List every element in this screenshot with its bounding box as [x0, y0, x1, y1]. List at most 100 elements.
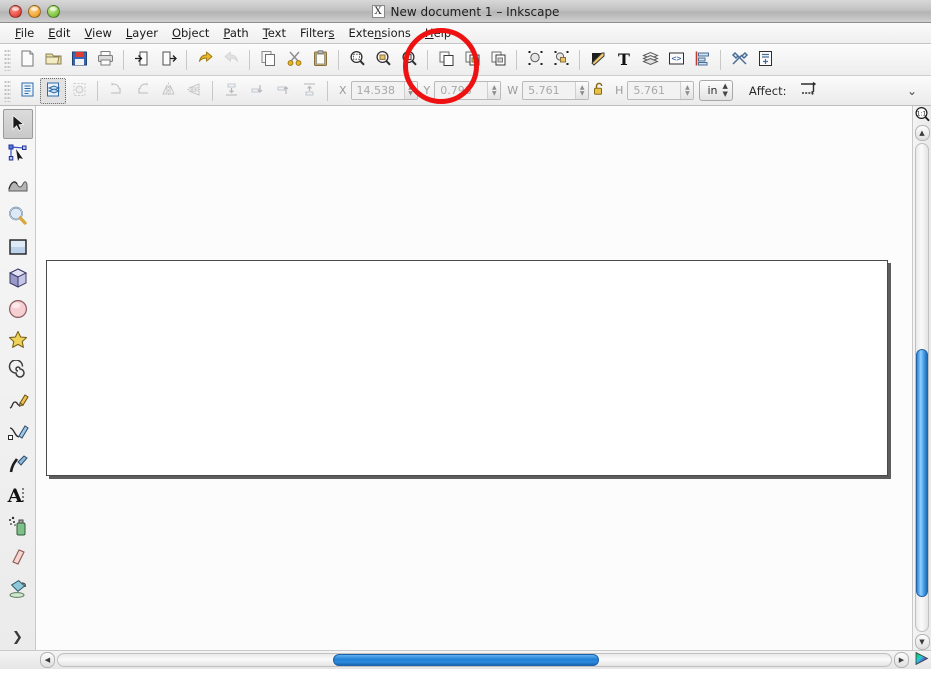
lower-one-step-button[interactable]	[244, 78, 270, 104]
menu-view[interactable]: View	[78, 24, 119, 42]
overflow-chevron-icon[interactable]: ⌄	[907, 84, 917, 98]
canvas-area[interactable]	[36, 106, 912, 650]
text-tool[interactable]: A	[3, 481, 33, 511]
box-3d-tool[interactable]	[3, 264, 33, 294]
import-button[interactable]	[129, 47, 155, 73]
redo-button[interactable]	[218, 47, 244, 73]
lower-to-bottom-button[interactable]	[218, 78, 244, 104]
menu-filters[interactable]: Filters	[293, 24, 341, 42]
zoom-page-button[interactable]	[396, 47, 422, 73]
spray-tool[interactable]	[3, 512, 33, 542]
units-select[interactable]: in ▲ ▼	[699, 80, 733, 101]
palette-expander[interactable]: ❯	[12, 630, 23, 645]
group-button[interactable]	[522, 47, 548, 73]
scroll-right-button[interactable]: ▶	[894, 652, 909, 668]
w-input[interactable]: 5.761 ▲ ▼	[522, 81, 590, 100]
open-document-button[interactable]	[40, 47, 66, 73]
menu-path[interactable]: Path	[216, 24, 255, 42]
duplicate-button[interactable]	[433, 47, 459, 73]
text-and-font-button[interactable]: T	[611, 47, 637, 73]
zoom-1-to-1-button[interactable]: 1:1	[913, 106, 931, 125]
export-button[interactable]	[155, 47, 181, 73]
rectangle-tool[interactable]	[3, 233, 33, 263]
zoom-tool[interactable]	[3, 202, 33, 232]
y-value[interactable]: 0.798	[435, 82, 488, 99]
paste-button[interactable]	[307, 47, 333, 73]
close-button[interactable]	[9, 4, 22, 18]
y-input[interactable]: 0.798 ▲ ▼	[434, 81, 502, 100]
x-stepper[interactable]: ▲ ▼	[403, 82, 417, 99]
menu-object[interactable]: Object	[165, 24, 216, 42]
menu-layer[interactable]: Layer	[119, 24, 165, 42]
maximize-button[interactable]	[47, 4, 60, 18]
star-tool[interactable]	[3, 326, 33, 356]
vertical-scroll-thumb[interactable]	[916, 348, 928, 597]
menu-file[interactable]: File	[8, 24, 41, 42]
window-controls[interactable]	[0, 4, 60, 18]
zoom-drawing-button[interactable]	[370, 47, 396, 73]
layers-button[interactable]	[637, 47, 663, 73]
horizontal-scroll-thumb[interactable]	[332, 654, 600, 666]
deselect-button[interactable]	[66, 78, 92, 104]
fill-and-stroke-button[interactable]	[585, 47, 611, 73]
document-properties-button[interactable]	[752, 47, 778, 73]
menu-text[interactable]: Text	[256, 24, 293, 42]
vertical-scrollbar[interactable]: 1:1 ▲ ▼	[912, 106, 931, 650]
spiral-tool[interactable]	[3, 357, 33, 387]
h-input[interactable]: 5.761 ▲ ▼	[627, 81, 695, 100]
canvas-background[interactable]	[36, 106, 912, 650]
h-value[interactable]: 5.761	[628, 82, 681, 99]
cut-button[interactable]	[281, 47, 307, 73]
preferences-button[interactable]	[726, 47, 752, 73]
select-all-in-all-layers-button[interactable]	[40, 77, 66, 104]
clone-button[interactable]	[459, 47, 485, 73]
new-document-button[interactable]	[14, 47, 40, 73]
select-all-button[interactable]	[14, 78, 40, 104]
toolbar-grip[interactable]	[4, 48, 11, 71]
document-page[interactable]	[46, 260, 888, 476]
bezier-tool[interactable]	[3, 419, 33, 449]
zoom-selection-button[interactable]	[344, 47, 370, 73]
scroll-left-button[interactable]: ◀	[40, 652, 55, 668]
unlink-clone-button[interactable]	[485, 47, 511, 73]
eraser-tool[interactable]	[3, 543, 33, 573]
align-and-distribute-button[interactable]	[689, 47, 715, 73]
calligraphy-tool[interactable]	[3, 450, 33, 480]
x-input[interactable]: 14.538 ▲ ▼	[350, 81, 418, 100]
selector-tool[interactable]	[2, 109, 33, 139]
tweak-tool[interactable]	[3, 171, 33, 201]
color-wheel-button[interactable]	[912, 651, 931, 670]
x-value[interactable]: 14.538	[351, 82, 404, 99]
w-value[interactable]: 5.761	[523, 82, 576, 99]
h-stepper[interactable]: ▲ ▼	[680, 82, 694, 99]
xml-editor-button[interactable]: <>	[663, 47, 689, 73]
rotate-ccw-button[interactable]	[103, 78, 129, 104]
minimize-button[interactable]	[28, 4, 41, 18]
print-document-button[interactable]	[92, 47, 118, 73]
scroll-down-button[interactable]: ▼	[914, 634, 930, 650]
vertical-scroll-track[interactable]	[915, 143, 929, 632]
affect-transform-button[interactable]	[795, 78, 821, 104]
flip-vertical-button[interactable]	[181, 78, 207, 104]
raise-to-top-button[interactable]	[296, 78, 322, 104]
raise-one-step-button[interactable]	[270, 78, 296, 104]
options-grip[interactable]	[4, 79, 11, 102]
pencil-tool[interactable]	[3, 388, 33, 418]
ungroup-button[interactable]	[548, 47, 574, 73]
ellipse-tool[interactable]	[3, 295, 33, 325]
menu-help[interactable]: Help	[418, 24, 458, 42]
w-stepper[interactable]: ▲ ▼	[575, 82, 589, 99]
menu-edit[interactable]: Edit	[41, 24, 77, 42]
rotate-cw-button[interactable]	[129, 78, 155, 104]
copy-button[interactable]	[255, 47, 281, 73]
horizontal-scroll-track[interactable]	[57, 653, 892, 667]
menu-extensions[interactable]: Extensions	[341, 24, 417, 42]
node-editor-tool[interactable]	[3, 140, 33, 170]
save-document-button[interactable]	[66, 47, 92, 73]
scroll-up-button[interactable]: ▲	[914, 125, 930, 141]
lock-ratio-button[interactable]	[589, 78, 609, 104]
flip-horizontal-button[interactable]	[155, 78, 181, 104]
y-stepper[interactable]: ▲ ▼	[487, 82, 501, 99]
undo-button[interactable]	[192, 47, 218, 73]
paint-bucket-tool[interactable]	[3, 574, 33, 604]
